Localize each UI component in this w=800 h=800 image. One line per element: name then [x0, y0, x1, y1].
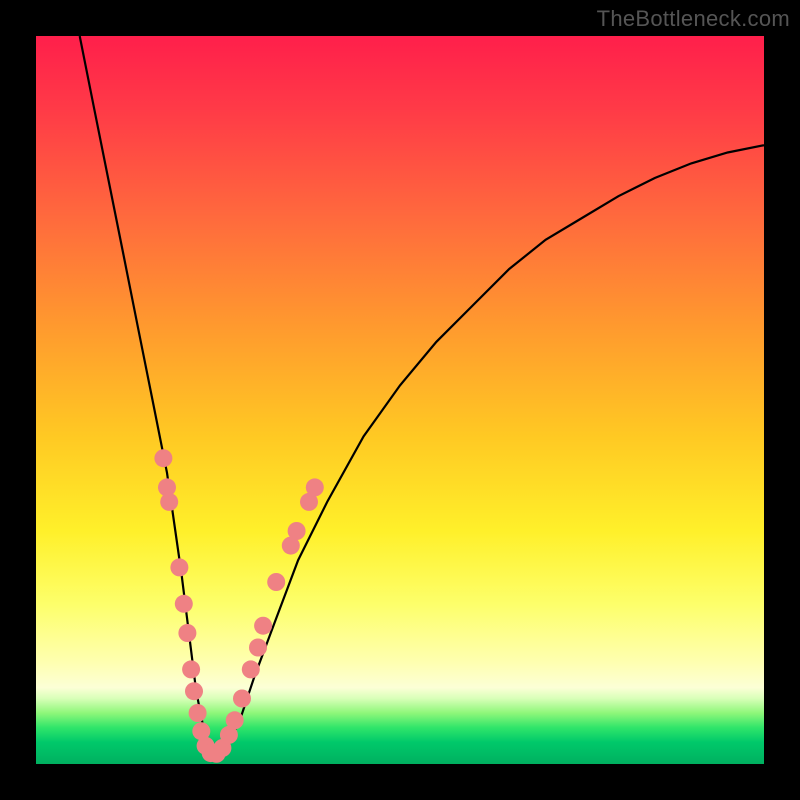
data-point: [182, 660, 200, 678]
data-point: [160, 493, 178, 511]
data-point: [189, 704, 207, 722]
data-point: [170, 558, 188, 576]
data-point: [175, 595, 193, 613]
data-point: [267, 573, 285, 591]
data-point: [288, 522, 306, 540]
data-points: [154, 449, 323, 763]
data-point: [254, 617, 272, 635]
chart-svg: [36, 36, 764, 764]
plot-area: [36, 36, 764, 764]
data-point: [154, 449, 172, 467]
data-point: [178, 624, 196, 642]
data-point: [249, 639, 267, 657]
data-point: [242, 660, 260, 678]
data-point: [185, 682, 203, 700]
chart-frame: TheBottleneck.com: [0, 0, 800, 800]
data-point: [233, 690, 251, 708]
data-point: [226, 711, 244, 729]
data-point: [306, 478, 324, 496]
watermark-text: TheBottleneck.com: [597, 6, 790, 32]
bottleneck-curve: [80, 36, 764, 749]
